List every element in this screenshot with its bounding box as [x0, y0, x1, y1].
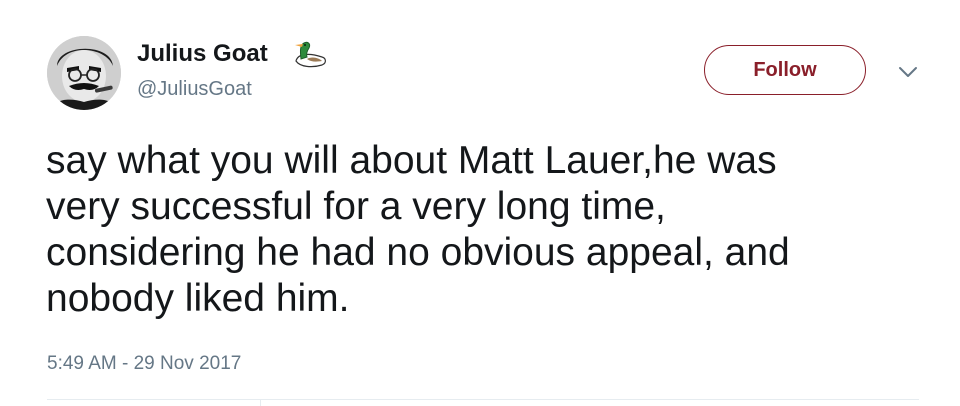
follow-button[interactable]: Follow: [704, 45, 866, 95]
avatar[interactable]: [47, 36, 121, 110]
chevron-down-icon[interactable]: [897, 64, 919, 80]
display-name[interactable]: Julius Goat: [137, 40, 268, 68]
tweet-timestamp[interactable]: 5:49 AM - 29 Nov 2017: [47, 353, 241, 375]
tweet-card: Julius Goat @JuliusGoat Follow say what …: [0, 0, 960, 406]
duck-emoji-icon: [295, 41, 326, 68]
user-handle[interactable]: @JuliusGoat: [137, 78, 252, 101]
tweet-text: say what you will about Matt Lauer,he wa…: [46, 139, 790, 320]
portrait-photo-icon: [47, 36, 121, 110]
divider-tick: [260, 399, 261, 406]
divider: [47, 399, 919, 400]
